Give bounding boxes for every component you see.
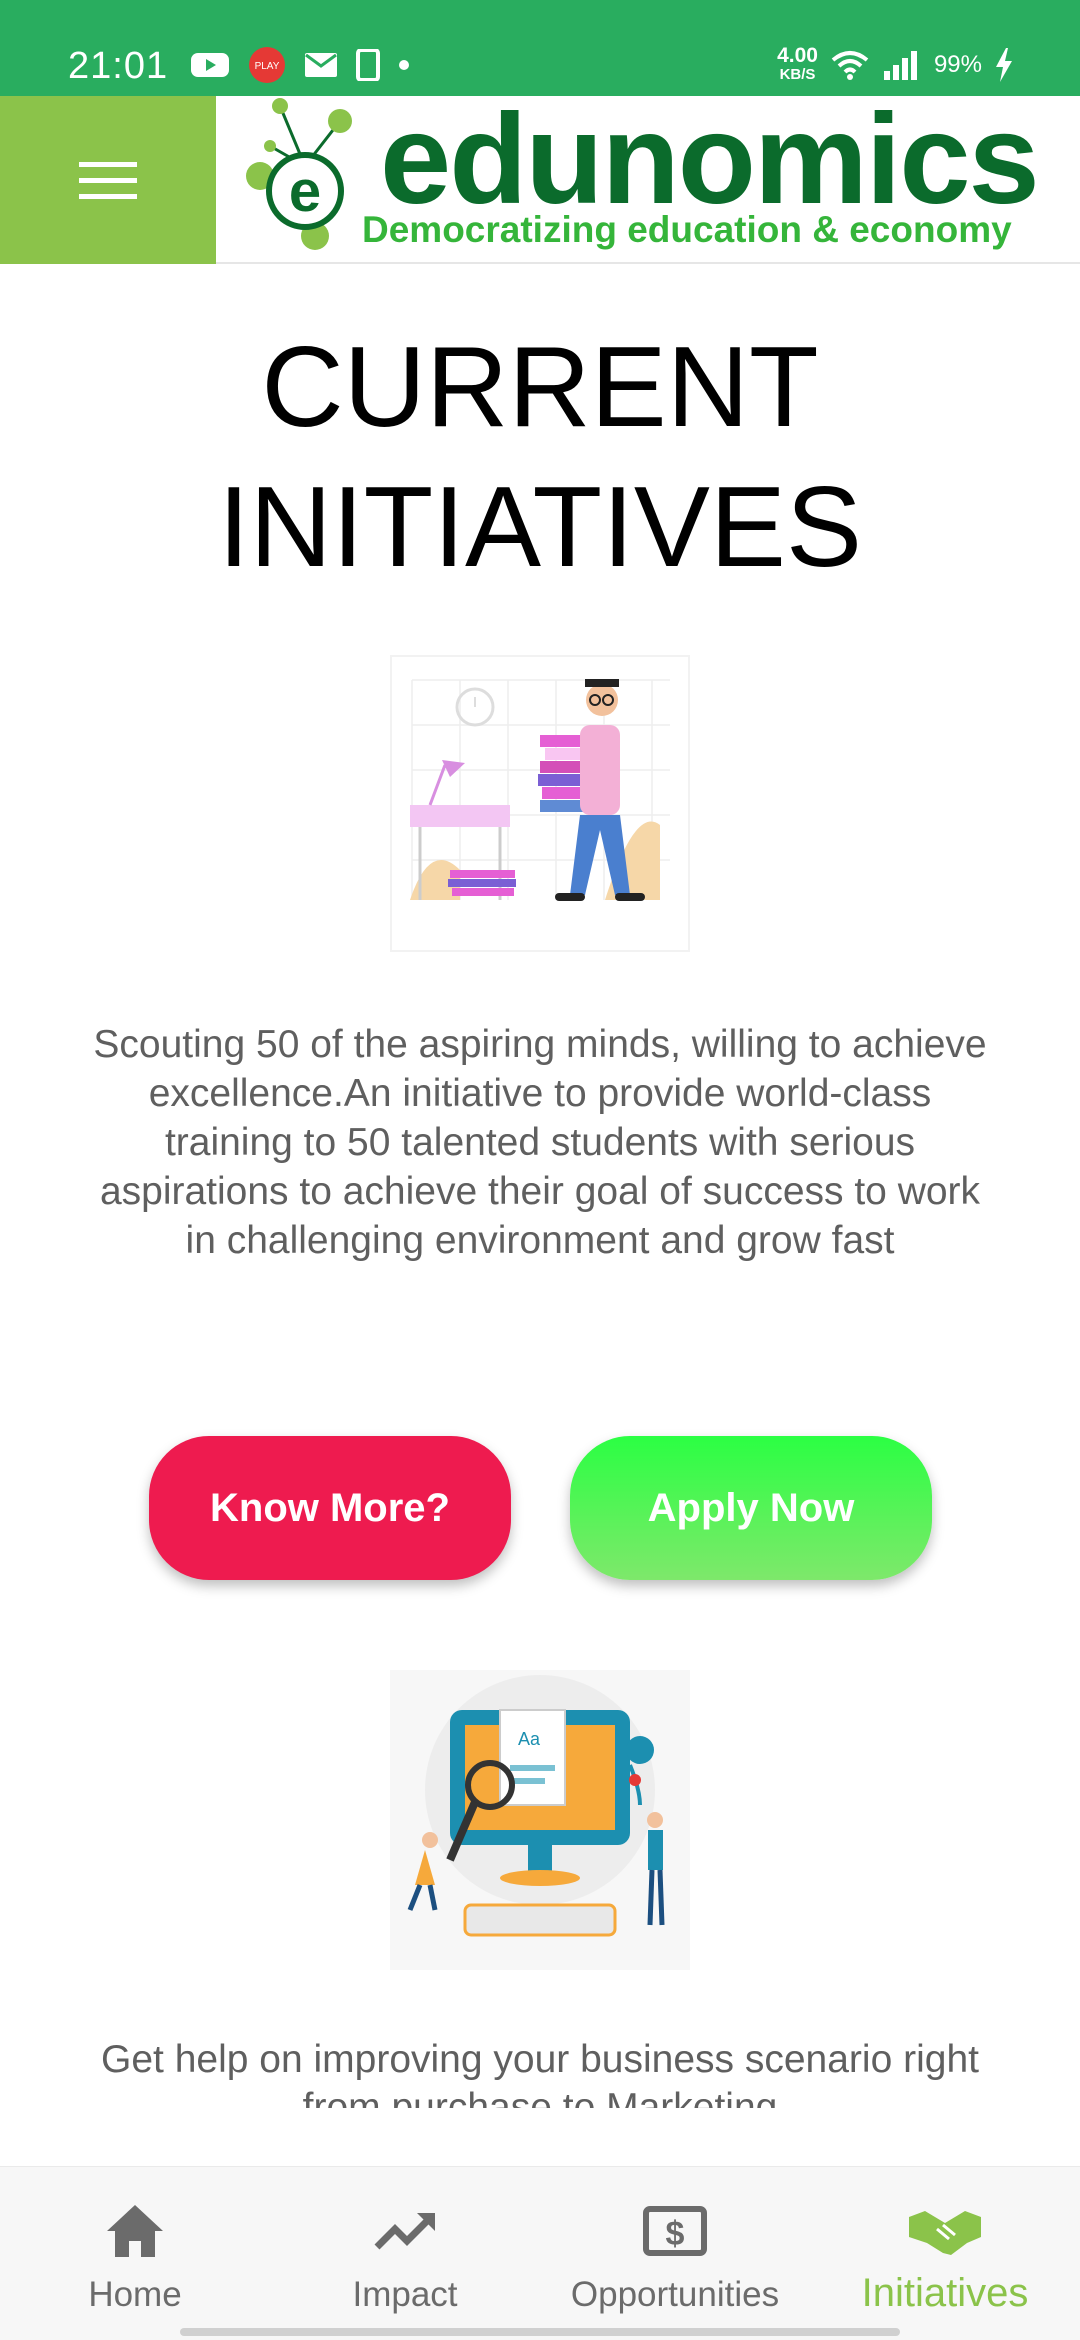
system-icons: 4.00 KB/S 99% [777,40,1014,90]
network-speed: 4.00 KB/S [777,44,818,84]
nav-home[interactable]: Home [40,2167,230,2340]
hamburger-icon [79,162,137,199]
know-more-button[interactable]: Know More? [149,1436,511,1580]
nav-initiatives-label: Initiatives [861,2271,1029,2315]
trending-up-icon [374,2213,435,2250]
notification-icons: PLAY [190,46,410,84]
edunomics-logo[interactable]: e edunomics Democratizing education & ec… [240,90,1070,262]
svg-text:Aa: Aa [518,1729,541,1749]
bottom-navigation: Home Impact $ Opportunities Initiatives [0,2166,1080,2340]
home-icon [107,2205,163,2257]
nav-initiatives[interactable]: Initiatives [840,2167,1050,2340]
svg-text:$: $ [666,2215,685,2253]
menu-button[interactable] [0,96,216,264]
battery-percent: 99% [933,51,982,78]
svg-text:e: e [289,159,321,224]
play-badge-icon: PLAY [249,47,285,83]
business-marketing-illustration: Aa [390,1670,690,1970]
apply-now-button[interactable]: Apply Now [570,1436,932,1580]
handshake-icon [909,2211,981,2255]
app-header: e edunomics Democratizing education & ec… [0,90,1080,264]
wifi-icon [831,51,869,80]
nav-impact-label: Impact [352,2275,458,2314]
nav-opportunities-label: Opportunities [570,2275,780,2314]
page-title-line2: INITIATIVES [218,464,862,591]
page-title: CURRENT INITIATIVES [0,318,1080,598]
nav-opportunities[interactable]: $ Opportunities [550,2167,800,2340]
logo-tagline: Democratizing education & economy [362,209,1012,250]
logo-mark-icon: e [246,98,352,250]
gesture-bar[interactable] [180,2328,900,2336]
dollar-icon: $ [643,2206,707,2256]
signal-icon [883,51,917,80]
initiative-description: Scouting 50 of the aspiring minds, willi… [93,1023,987,1262]
youtube-icon [191,53,229,77]
phone-icon [356,49,380,81]
mail-icon [305,53,337,77]
charging-icon [996,48,1012,82]
dot-icon [399,60,409,70]
initiative-description-2: Get help on improving your business scen… [101,2038,979,2108]
page-title-line1: CURRENT [261,324,819,451]
nav-home-label: Home [88,2275,182,2314]
network-speed-unit: KB/S [779,66,816,83]
network-speed-value: 4.00 [777,44,818,67]
status-time: 21:01 [68,45,169,87]
svg-text:PLAY: PLAY [255,61,280,72]
student-books-illustration [390,655,690,952]
status-bar: 21:01 PLAY 4.00 KB/S 99% [0,0,1080,96]
nav-impact[interactable]: Impact [310,2167,500,2340]
